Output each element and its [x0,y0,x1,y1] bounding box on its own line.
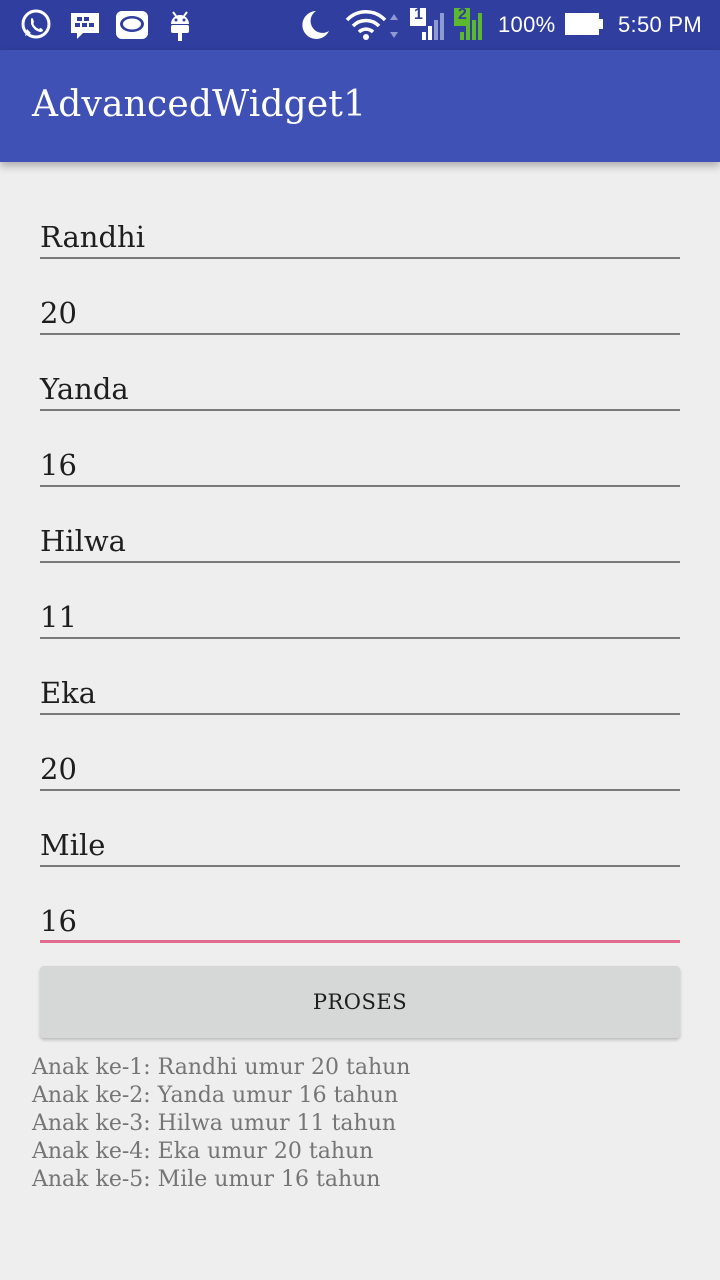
result-line: Anak ke-3: Hilwa umur 11 tahun [32,1111,397,1136]
field-underline [40,561,680,563]
proses-button[interactable]: PROSES [40,966,680,1038]
age-field-3[interactable]: 11 [40,578,680,654]
name-field-3-value: Hilwa [40,524,126,558]
field-underline [40,257,680,259]
name-field-1[interactable]: Randhi [40,198,680,274]
age-field-5[interactable]: 16 [40,882,680,958]
field-underline [40,865,680,867]
name-field-5[interactable]: Mile [40,806,680,882]
name-field-1-value: Randhi [40,220,145,254]
result-line: Anak ke-1: Randhi umur 20 tahun [32,1055,411,1080]
sim1-label: 1 [414,6,423,23]
name-field-4[interactable]: Eka [40,654,680,730]
sim2-label: 2 [458,6,467,23]
battery-icon [565,13,603,35]
field-underline [40,409,680,411]
field-underline [40,637,680,639]
result-line: Anak ke-2: Yanda umur 16 tahun [32,1083,399,1108]
age-field-3-value: 11 [40,600,77,634]
age-field-2[interactable]: 16 [40,426,680,502]
app-title: AdvancedWidget1 [32,84,367,125]
app-bar: AdvancedWidget1 [0,50,720,162]
field-underline [40,485,680,487]
age-field-1[interactable]: 20 [40,274,680,350]
line-icon [116,11,148,39]
name-field-2-value: Yanda [40,372,129,406]
name-field-2[interactable]: Yanda [40,350,680,426]
sim2-signal-icon: 2 [452,6,494,42]
android-icon [171,11,189,41]
age-field-4[interactable]: 20 [40,730,680,806]
wifi-icon [345,10,398,40]
field-underline [40,333,680,335]
name-field-3[interactable]: Hilwa [40,502,680,578]
clock: 5:50 PM [618,12,703,37]
field-underline-focused [40,940,680,943]
name-field-4-value: Eka [40,676,97,710]
result-line: Anak ke-4: Eka umur 20 tahun [32,1139,374,1164]
status-bar: 1 2 100% 5:50 PM [0,0,720,50]
whatsapp-icon [21,9,51,39]
field-underline [40,713,680,715]
results-output: Anak ke-1: Randhi umur 20 tahun Anak ke-… [32,1054,682,1194]
result-line: Anak ke-5: Mile umur 16 tahun [32,1167,381,1192]
battery-percent: 100% [498,12,556,37]
age-field-2-value: 16 [40,448,77,482]
age-field-4-value: 20 [40,752,77,786]
bbm-icon [71,13,99,39]
age-field-5-value: 16 [40,904,77,938]
field-underline [40,789,680,791]
name-field-5-value: Mile [40,828,106,862]
age-field-1-value: 20 [40,296,77,330]
sim1-signal-icon: 1 [408,6,450,42]
moon-icon [302,11,329,39]
